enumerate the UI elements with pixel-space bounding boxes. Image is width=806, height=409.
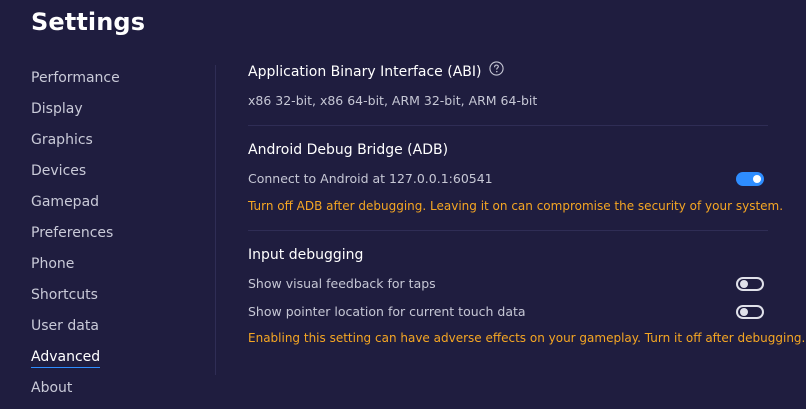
sidebar-item-display[interactable]: Display bbox=[31, 97, 191, 128]
toggle-knob bbox=[740, 308, 748, 316]
sidebar-item-devices[interactable]: Devices bbox=[31, 159, 191, 190]
sidebar-item-about[interactable]: About bbox=[31, 376, 191, 407]
sidebar-item-label: About bbox=[31, 380, 73, 396]
toggle-knob bbox=[753, 175, 761, 183]
sidebar-nav: Performance Display Graphics Devices Gam… bbox=[31, 66, 191, 407]
sidebar-item-label: Display bbox=[31, 101, 83, 117]
sidebar-item-label: Preferences bbox=[31, 225, 114, 241]
adb-connect-label: Connect to Android at 127.0.0.1:60541 bbox=[248, 171, 493, 186]
adb-warning: Turn off ADB after debugging. Leaving it… bbox=[248, 199, 784, 213]
sidebar-divider bbox=[215, 65, 216, 375]
toggle-knob bbox=[740, 280, 748, 288]
sidebar-item-label: User data bbox=[31, 318, 99, 334]
abi-section-title: Application Binary Interface (ABI) bbox=[248, 61, 505, 80]
sidebar-item-shortcuts[interactable]: Shortcuts bbox=[31, 283, 191, 314]
input-debugging-warning: Enabling this setting can have adverse e… bbox=[248, 331, 806, 345]
sidebar-item-user-data[interactable]: User data bbox=[31, 314, 191, 345]
section-divider bbox=[248, 125, 768, 126]
visual-feedback-label: Show visual feedback for taps bbox=[248, 276, 436, 291]
sidebar-item-performance[interactable]: Performance bbox=[31, 66, 191, 97]
sidebar-item-preferences[interactable]: Preferences bbox=[31, 221, 191, 252]
sidebar-item-label: Performance bbox=[31, 70, 120, 86]
section-divider bbox=[248, 230, 768, 231]
adb-section-title: Android Debug Bridge (ADB) bbox=[248, 142, 449, 158]
sidebar-item-label: Graphics bbox=[31, 132, 93, 148]
sidebar-item-phone[interactable]: Phone bbox=[31, 252, 191, 283]
input-debugging-section-title: Input debugging bbox=[248, 247, 364, 263]
sidebar-item-gamepad[interactable]: Gamepad bbox=[31, 190, 191, 221]
abi-title: Application Binary Interface (ABI) bbox=[248, 64, 482, 80]
page-title: Settings bbox=[31, 8, 146, 36]
sidebar-item-label: Devices bbox=[31, 163, 87, 179]
abi-value: x86 32-bit, x86 64-bit, ARM 32-bit, ARM … bbox=[248, 93, 538, 108]
pointer-location-label: Show pointer location for current touch … bbox=[248, 304, 526, 319]
adb-connect-toggle[interactable] bbox=[736, 172, 764, 186]
sidebar-item-label: Shortcuts bbox=[31, 287, 98, 303]
sidebar-item-label: Advanced bbox=[31, 347, 101, 368]
sidebar-item-advanced[interactable]: Advanced bbox=[31, 345, 191, 376]
question-circle-icon[interactable] bbox=[489, 61, 505, 80]
sidebar-item-label: Phone bbox=[31, 256, 75, 272]
sidebar-item-graphics[interactable]: Graphics bbox=[31, 128, 191, 159]
sidebar-item-label: Gamepad bbox=[31, 194, 100, 210]
pointer-location-toggle[interactable] bbox=[736, 305, 764, 319]
visual-feedback-toggle[interactable] bbox=[736, 277, 764, 291]
